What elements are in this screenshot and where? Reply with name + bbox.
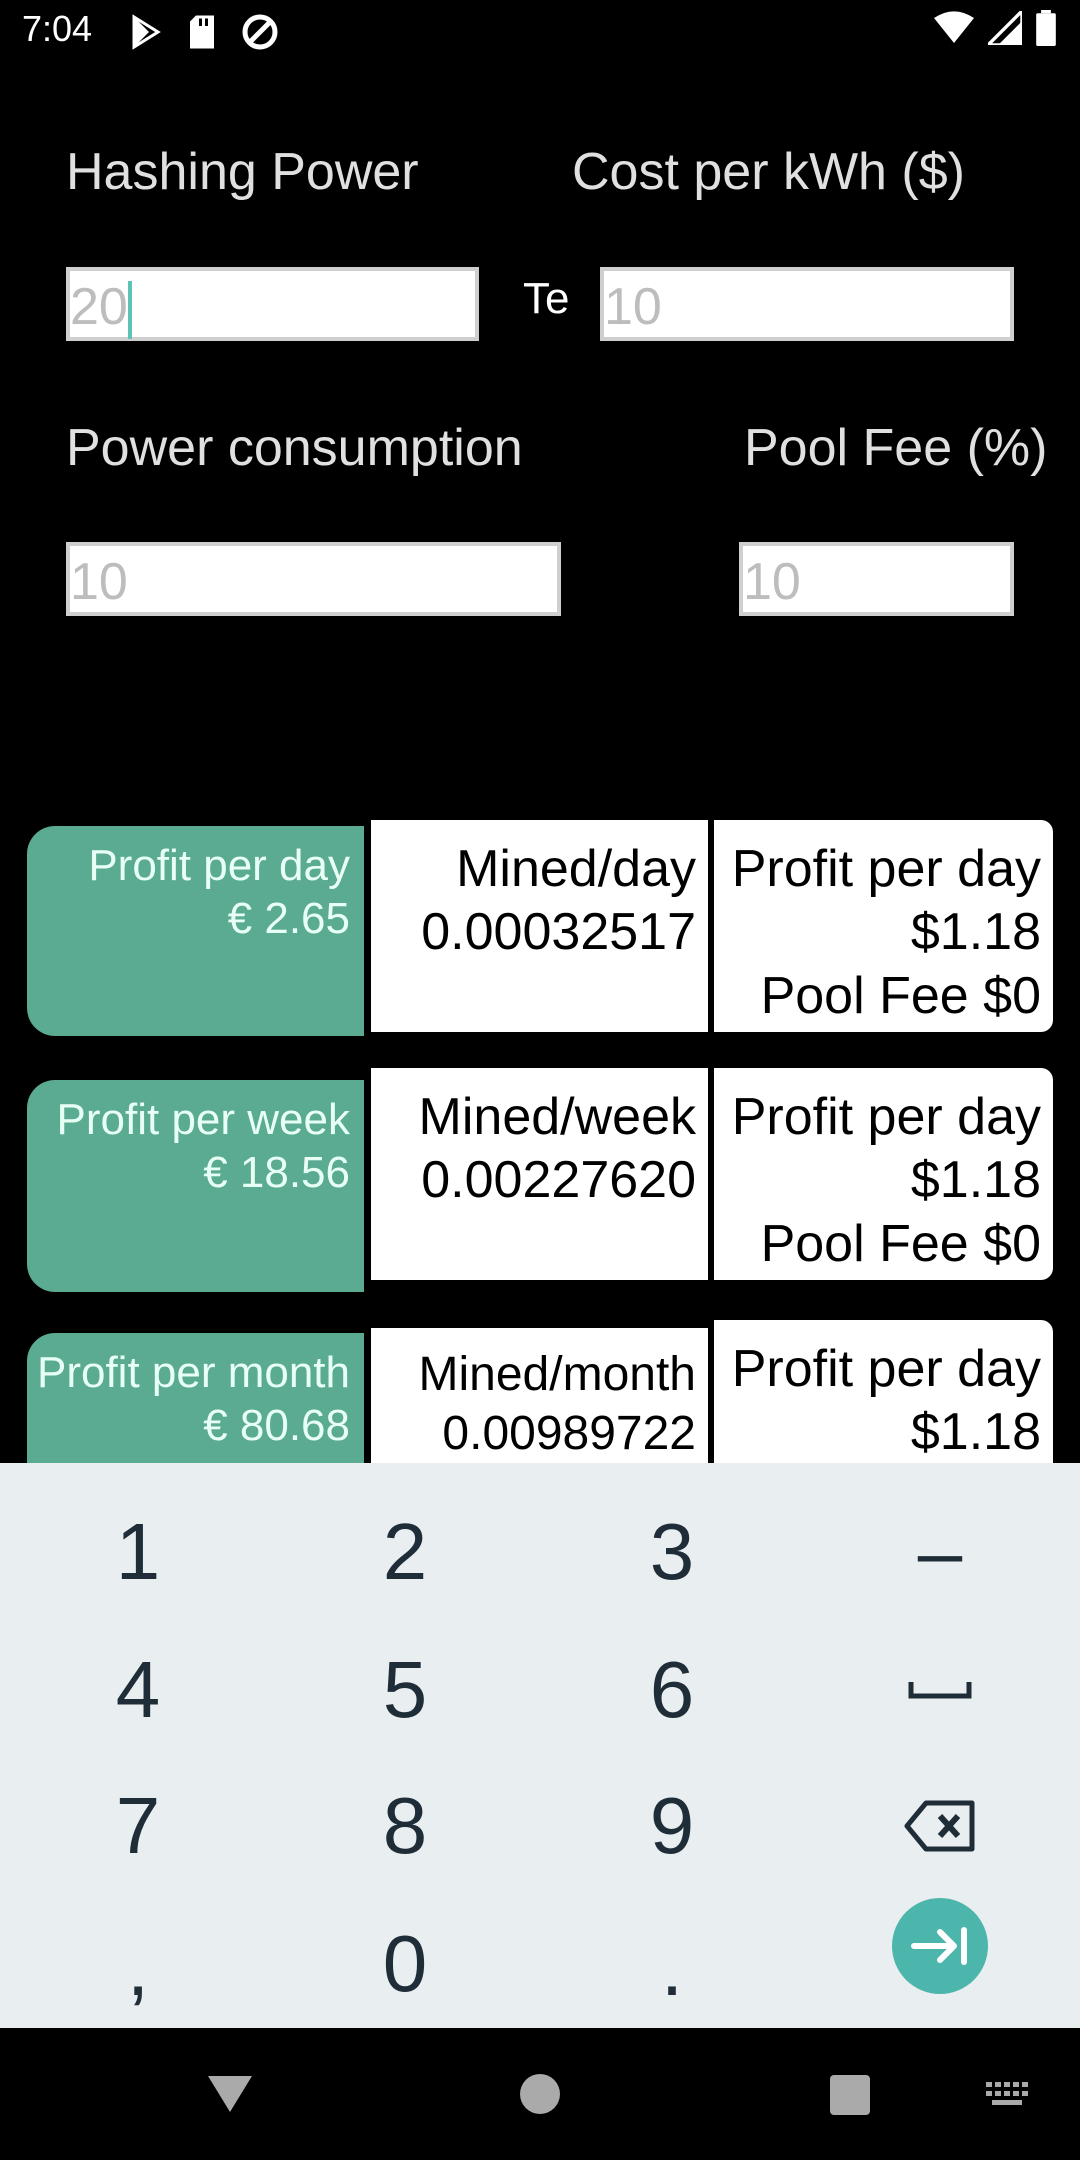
mined-week-label: Mined/week [418,1088,696,1146]
power-consumption-input[interactable]: 10 [66,542,561,616]
mined-day-value: 0.00032517 [421,903,696,962]
usd-profit-month-label: Profit per day [731,1340,1041,1398]
keyboard-switch-icon[interactable] [986,2082,1028,2110]
power-consumption-placeholder: 10 [70,553,128,611]
cost-per-kwh-placeholder: 10 [604,278,662,336]
key-7[interactable]: 7 [38,1766,238,1886]
at-sign-icon [242,14,278,50]
key-0[interactable]: 0 [305,1904,505,2024]
profit-week-label: Profit per week [56,1095,350,1144]
key-comma[interactable]: , [38,1908,238,2028]
text-cursor [128,281,132,339]
space-bar-icon [908,1682,972,1699]
status-time: 7:04 [22,8,93,49]
signal-icon [988,11,1022,45]
profit-day-euro: € 2.65 [227,893,350,943]
hashing-power-label: Hashing Power [66,143,419,201]
usd-profit-day-value: $1.18 [910,903,1041,962]
profit-week-euro: € 18.56 [203,1147,350,1197]
profit-month-label: Profit per month [36,1348,350,1397]
power-consumption-label: Power consumption [66,419,523,477]
hashing-power-input[interactable]: 20 [66,267,479,341]
play-store-icon [132,14,161,50]
usd-profit-month-value: $1.18 [910,1403,1041,1462]
tab-next-icon [911,1927,967,1965]
mined-week-value: 0.00227620 [421,1151,696,1210]
usd-profit-day-card: Profit per day $1.18 Pool Fee $0 [714,820,1053,1032]
mined-day-label: Mined/day [456,840,696,898]
usd-pool-fee-week: Pool Fee $0 [760,1214,1041,1273]
profit-day-card: Profit per day € 2.65 [27,826,364,1036]
key-3[interactable]: 3 [572,1492,772,1612]
hashing-power-unit: Te [523,274,570,323]
wifi-icon [934,11,974,44]
key-space[interactable] [840,1630,1040,1750]
sd-card-icon [190,15,214,49]
key-5[interactable]: 5 [305,1630,505,1750]
usd-profit-week-value: $1.18 [910,1151,1041,1210]
hashing-power-value: 20 [70,278,128,336]
usd-profit-week-card: Profit per day $1.18 Pool Fee $0 [714,1068,1053,1280]
cost-per-kwh-input[interactable]: 10 [600,267,1014,341]
next-field-button[interactable] [892,1898,988,1994]
key-9[interactable]: 9 [572,1766,772,1886]
key-minus[interactable]: – [840,1492,1040,1612]
pool-fee-placeholder: 10 [743,553,801,611]
key-6[interactable]: 6 [572,1630,772,1750]
usd-profit-day-label: Profit per day [731,840,1041,898]
status-right-icons [934,10,1056,46]
key-2[interactable]: 2 [305,1492,505,1612]
mined-week-card: Mined/week 0.00227620 [371,1068,708,1280]
cost-per-kwh-label: Cost per kWh ($) [572,143,965,201]
usd-pool-fee-day: Pool Fee $0 [760,966,1041,1025]
status-left-icons [128,12,280,52]
key-4[interactable]: 4 [38,1630,238,1750]
key-backspace[interactable] [840,1766,1040,1886]
key-period[interactable]: . [572,1908,772,2028]
profit-month-euro: € 80.68 [203,1400,350,1450]
home-circle-icon[interactable] [518,2072,562,2116]
mined-month-label: Mined/month [418,1348,696,1401]
key-1[interactable]: 1 [38,1492,238,1612]
recents-square-icon[interactable] [829,2074,871,2116]
key-8[interactable]: 8 [305,1766,505,1886]
profit-week-card: Profit per week € 18.56 [27,1080,364,1292]
pool-fee-input[interactable]: 10 [739,542,1014,616]
mined-day-card: Mined/day 0.00032517 [371,820,708,1032]
back-triangle-icon[interactable] [206,2072,254,2114]
usd-profit-week-label: Profit per day [731,1088,1041,1146]
backspace-icon [904,1800,975,1852]
mined-month-value: 0.00989722 [442,1406,696,1460]
profit-day-label: Profit per day [88,841,350,890]
pool-fee-label: Pool Fee (%) [744,419,1048,477]
battery-icon [1036,10,1056,46]
